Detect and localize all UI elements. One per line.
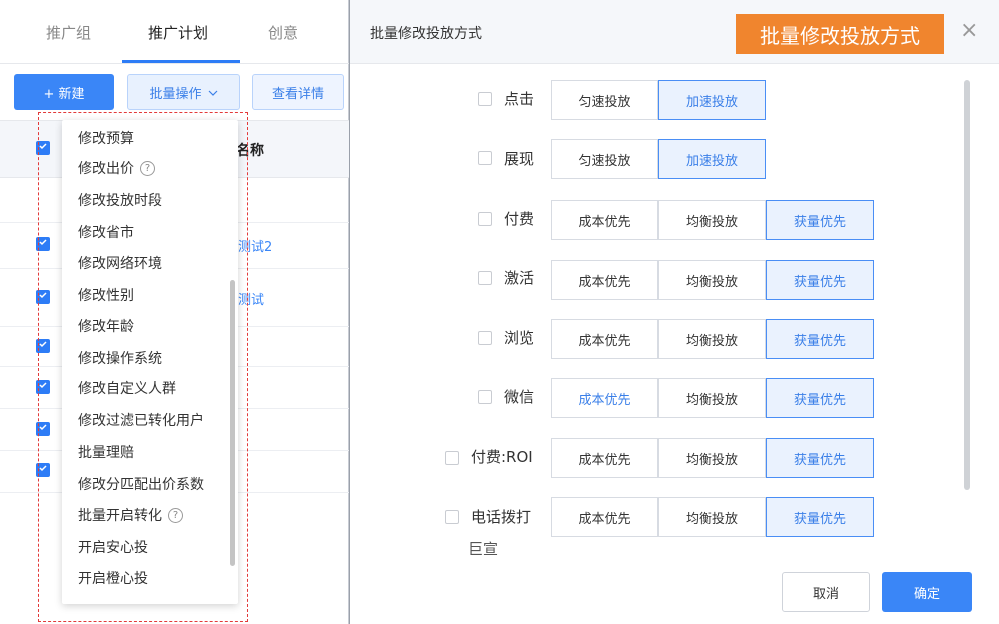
menu-item-enable-conversion[interactable]: 批量开启转化? (78, 505, 183, 525)
row-label: 激活 (504, 269, 535, 287)
option-volume-first[interactable]: 获量优先 (766, 319, 874, 359)
row-label: 点击 (504, 90, 535, 108)
row-checkbox-phone-call[interactable] (445, 510, 459, 524)
confirm-button[interactable]: 确定 (882, 572, 972, 612)
option-cost-first[interactable]: 成本优先 (551, 378, 658, 418)
option-balanced[interactable]: 均衡投放 (658, 319, 766, 359)
menu-item-chengxin[interactable]: 开启橙心投 (78, 568, 148, 588)
option-balanced[interactable]: 均衡投放 (658, 438, 766, 478)
option-uniform[interactable]: 匀速投放 (551, 139, 658, 179)
batch-operations-dropdown: 修改预算 修改出价? 修改投放时段 修改省市 修改网络环境 修改性别 修改年龄 … (62, 120, 238, 604)
menu-item-batch-claim[interactable]: 批量理赔 (78, 442, 134, 462)
menu-item-age[interactable]: 修改年龄 (78, 316, 134, 336)
option-uniform[interactable]: 匀速投放 (551, 80, 658, 120)
row-checkbox-click[interactable] (478, 92, 492, 106)
tab-ad-plan[interactable]: 推广计划 (148, 22, 208, 43)
menu-item-budget[interactable]: 修改预算 (78, 128, 134, 148)
question-circle-icon: ? (140, 160, 155, 176)
option-accelerated[interactable]: 加速投放 (658, 80, 766, 120)
menu-item-schedule[interactable]: 修改投放时段 (78, 190, 162, 210)
menu-item-bid[interactable]: 修改出价? (78, 158, 155, 178)
row-checkbox-paid[interactable] (478, 212, 492, 226)
menu-item-anxin[interactable]: 开启安心投 (78, 537, 148, 557)
close-icon[interactable]: × (960, 18, 978, 43)
annotation-tag: 批量修改投放方式 (736, 14, 944, 54)
tab-ad-group[interactable]: 推广组 (46, 22, 91, 43)
menu-item-region[interactable]: 修改省市 (78, 222, 134, 242)
dialog-title: 批量修改投放方式 (370, 26, 482, 42)
tab-bar: 推广组 推广计划 创意 (0, 0, 349, 64)
row-label: 微信 (504, 388, 535, 406)
dialog-header: 批量修改投放方式 批量修改投放方式 × (350, 0, 999, 64)
batch-delivery-mode-dialog: 批量修改投放方式 批量修改投放方式 × 点击 匀速投放 加速投放 展现 匀速投放… (349, 0, 999, 624)
option-cost-first[interactable]: 成本优先 (551, 200, 658, 240)
tab-creative[interactable]: 创意 (268, 22, 298, 43)
new-button[interactable]: + 新建 (14, 74, 114, 110)
menu-item-network[interactable]: 修改网络环境 (78, 253, 162, 273)
option-volume-first[interactable]: 获量优先 (766, 260, 874, 300)
cancel-button[interactable]: 取消 (782, 572, 870, 612)
row-checkbox-wechat[interactable] (478, 390, 492, 404)
batch-operations-button[interactable]: 批量操作 (127, 74, 240, 110)
row-label: 付费 (504, 210, 535, 228)
row-label: 展现 (504, 150, 535, 168)
option-accelerated[interactable]: 加速投放 (658, 139, 766, 179)
dialog-scrollbar[interactable] (964, 80, 970, 490)
row-label: 付费:ROI (471, 448, 533, 466)
option-volume-first[interactable]: 获量优先 (766, 378, 874, 418)
menu-item-os[interactable]: 修改操作系统 (78, 348, 162, 368)
option-cost-first[interactable]: 成本优先 (551, 497, 658, 537)
menu-scrollbar[interactable] (230, 280, 235, 566)
menu-item-match-bid-factor[interactable]: 修改分匹配出价系数 (78, 474, 204, 494)
option-balanced[interactable]: 均衡投放 (658, 200, 766, 240)
row-checkbox-activation[interactable] (478, 271, 492, 285)
option-cost-first[interactable]: 成本优先 (551, 438, 658, 478)
chevron-down-icon (208, 85, 218, 100)
option-cost-first[interactable]: 成本优先 (551, 319, 658, 359)
active-tab-indicator (122, 60, 240, 63)
view-details-button[interactable]: 查看详情 (252, 74, 344, 110)
option-volume-first[interactable]: 获量优先 (766, 200, 874, 240)
menu-item-filter-converted[interactable]: 修改过滤已转化用户 (78, 410, 204, 430)
option-balanced[interactable]: 均衡投放 (658, 378, 766, 418)
row-checkbox-paid-roi[interactable] (445, 451, 459, 465)
batch-operations-label: 批量操作 (149, 86, 202, 102)
option-cost-first[interactable]: 成本优先 (551, 260, 658, 300)
watermark-caption: 巨宣 (468, 540, 499, 558)
row-checkbox-impression[interactable] (478, 151, 492, 165)
question-circle-icon: ? (168, 507, 183, 523)
menu-item-custom-audience[interactable]: 修改自定义人群 (78, 378, 176, 398)
row-checkbox-browse[interactable] (478, 331, 492, 345)
row-label: 浏览 (504, 329, 535, 347)
option-balanced[interactable]: 均衡投放 (658, 260, 766, 300)
option-volume-first[interactable]: 获量优先 (766, 497, 874, 537)
menu-item-gender[interactable]: 修改性别 (78, 285, 134, 305)
option-balanced[interactable]: 均衡投放 (658, 497, 766, 537)
option-volume-first[interactable]: 获量优先 (766, 438, 874, 478)
row-label: 电话拨打 (471, 508, 532, 526)
left-panel: 推广组 推广计划 创意 + 新建 批量操作 查看详情 名称 测试2 测试 修改预… (0, 0, 349, 624)
